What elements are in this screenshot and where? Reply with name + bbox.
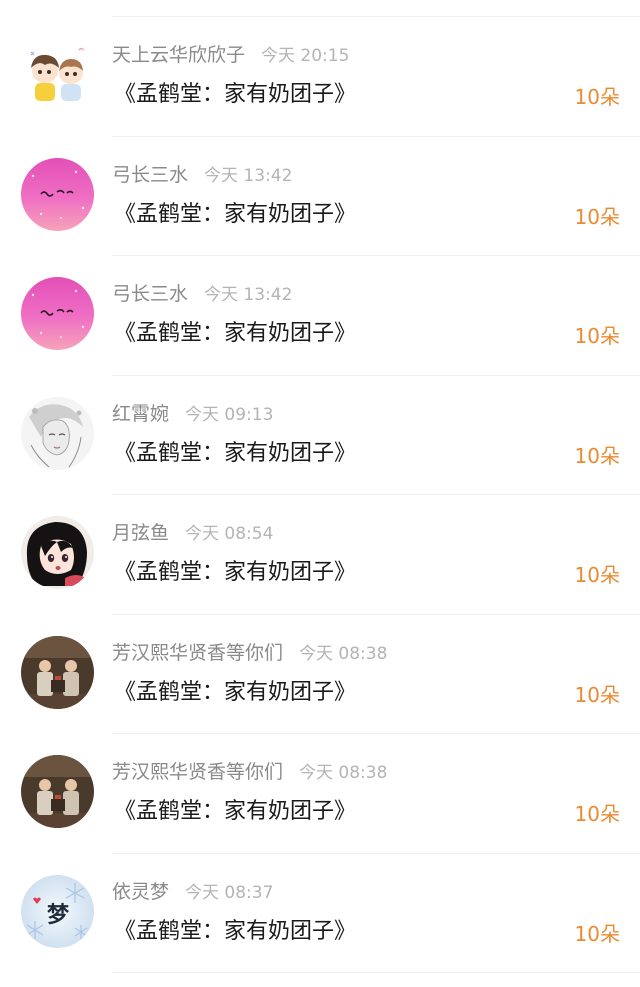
gift-title: 《孟鹤堂：家有奶团子》 (114, 560, 357, 585)
user-name[interactable]: 天上云华欣欣子 (112, 44, 245, 66)
user-name[interactable]: 弓长三水 (112, 283, 188, 305)
user-name[interactable]: 依灵梦 (112, 881, 169, 903)
timestamp: 今天 09:13 (185, 404, 274, 425)
flower-count: 10朵 (574, 682, 620, 707)
item-meta: 芳汉熙华贤香等你们 今天 08:38 (112, 760, 387, 785)
stage-performers-avatar-icon[interactable] (21, 635, 94, 709)
sketch-portrait-avatar-icon[interactable] (21, 396, 94, 470)
list-item[interactable]: 弓长三水 今天 13:42 《孟鹤堂：家有奶团子》 10朵 (0, 137, 640, 256)
user-name[interactable]: 红霄婉 (112, 403, 169, 425)
flower-count: 10朵 (574, 443, 620, 468)
gift-title: 《孟鹤堂：家有奶团子》 (114, 201, 357, 227)
item-meta: 月弦鱼 今天 08:54 (112, 521, 273, 546)
user-name[interactable]: 芳汉熙华贤香等你们 (112, 642, 283, 664)
flower-count: 10朵 (574, 204, 620, 229)
gift-record-list: 天上云华欣欣子 今天 20:15 《孟鹤堂：家有奶团子》 10朵 弓长三水 今天… (0, 17, 640, 973)
gift-title: 《孟鹤堂：家有奶团子》 (114, 799, 357, 824)
gift-title: 《孟鹤堂：家有奶团子》 (114, 82, 357, 107)
user-name[interactable]: 弓长三水 (112, 164, 188, 186)
item-meta: 天上云华欣欣子 今天 20:15 (112, 43, 349, 68)
cartoon-couple-avatar-icon[interactable] (21, 38, 94, 111)
item-meta: 红霄婉 今天 09:13 (112, 402, 273, 427)
timestamp: 今天 08:54 (185, 524, 274, 544)
pink-glitter-avatar-icon[interactable] (21, 157, 94, 231)
gift-title: 《孟鹤堂：家有奶团子》 (114, 679, 357, 705)
flower-count: 10朵 (574, 324, 620, 348)
list-item[interactable]: 红霄婉 今天 09:13 《孟鹤堂：家有奶团子》 10朵 (0, 376, 640, 495)
pink-glitter-avatar-icon[interactable] (21, 277, 94, 350)
timestamp: 今天 13:42 (204, 165, 293, 186)
flower-count: 10朵 (574, 921, 620, 946)
list-item[interactable]: 芳汉熙华贤香等你们 今天 08:38 《孟鹤堂：家有奶团子》 10朵 (0, 615, 640, 734)
anime-girl-avatar-icon[interactable] (21, 516, 94, 589)
flower-count: 10朵 (574, 85, 620, 109)
snowflake-dream-avatar-icon[interactable]: 梦 (21, 874, 94, 948)
list-item[interactable]: 月弦鱼 今天 08:54 《孟鹤堂：家有奶团子》 10朵 (0, 495, 640, 615)
timestamp: 今天 08:37 (185, 882, 274, 903)
list-item[interactable]: 弓长三水 今天 13:42 《孟鹤堂：家有奶团子》 10朵 (0, 256, 640, 376)
list-item[interactable]: 梦 依灵梦 今天 08:37 《孟鹤堂：家有奶团子》 10朵 (0, 854, 640, 973)
user-name[interactable]: 芳汉熙华贤香等你们 (112, 761, 283, 783)
user-name[interactable]: 月弦鱼 (112, 522, 169, 544)
flower-count: 10朵 (574, 802, 620, 826)
item-meta: 芳汉熙华贤香等你们 今天 08:38 (112, 641, 387, 666)
timestamp: 今天 20:15 (261, 46, 350, 66)
gift-title: 《孟鹤堂：家有奶团子》 (114, 440, 357, 466)
item-meta: 依灵梦 今天 08:37 (112, 880, 273, 905)
flower-count: 10朵 (574, 563, 620, 587)
gift-title: 《孟鹤堂：家有奶团子》 (114, 918, 357, 944)
avatar-text: 梦 (47, 902, 70, 928)
row-divider (112, 972, 640, 973)
timestamp: 今天 13:42 (204, 285, 293, 305)
list-item[interactable]: 芳汉熙华贤香等你们 今天 08:38 《孟鹤堂：家有奶团子》 10朵 (0, 734, 640, 854)
gift-title: 《孟鹤堂：家有奶团子》 (114, 321, 357, 346)
item-meta: 弓长三水 今天 13:42 (112, 163, 292, 188)
list-item[interactable]: 天上云华欣欣子 今天 20:15 《孟鹤堂：家有奶团子》 10朵 (0, 17, 640, 137)
stage-performers-avatar-icon[interactable] (21, 755, 94, 828)
timestamp: 今天 08:38 (299, 763, 388, 783)
timestamp: 今天 08:38 (299, 643, 388, 664)
item-meta: 弓长三水 今天 13:42 (112, 282, 292, 307)
